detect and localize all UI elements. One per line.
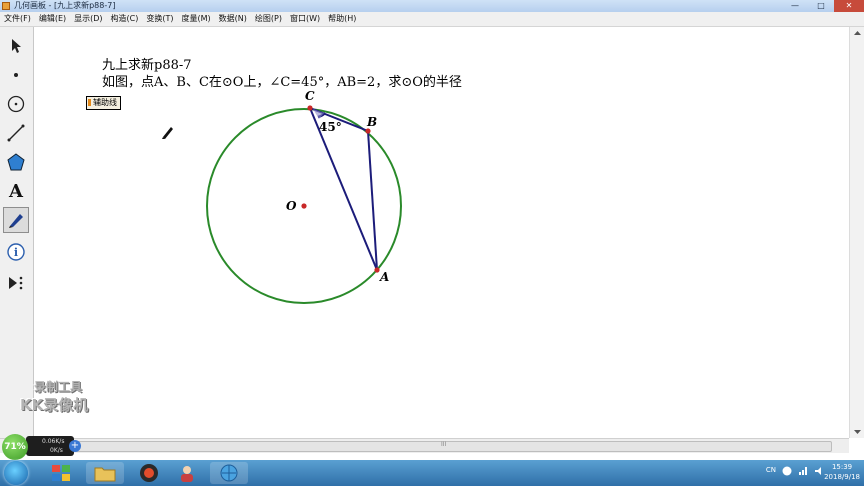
taskbar-app-recorder[interactable] xyxy=(130,462,168,484)
language-indicator[interactable]: CN xyxy=(766,466,776,476)
point-b[interactable] xyxy=(365,128,371,134)
horizontal-scrollbar[interactable]: III xyxy=(0,438,849,453)
upload-speed: 0.06K/s xyxy=(42,438,65,445)
label-a: A xyxy=(380,270,390,284)
globe-icon xyxy=(220,464,238,482)
clock[interactable]: 15:39 2018/9/18 xyxy=(824,462,860,482)
taskbar-app-sketchpad[interactable] xyxy=(210,462,248,484)
watermark-line-1: 录制工具 xyxy=(34,380,83,394)
label-o: O xyxy=(286,199,297,213)
point-o[interactable] xyxy=(301,203,307,209)
recorder-icon xyxy=(140,464,158,482)
taskbar: CN 15:39 2018/9/18 xyxy=(0,460,864,486)
network-tray-icon[interactable] xyxy=(798,466,808,476)
taskbar-app-explorer[interactable] xyxy=(86,462,124,484)
clock-date: 2018/9/18 xyxy=(824,473,860,481)
taskbar-app-user[interactable] xyxy=(168,462,206,484)
taskbar-app-geometry-sketchpad[interactable] xyxy=(42,462,80,484)
horizontal-scroll-thumb[interactable]: III xyxy=(75,441,832,452)
clock-time: 15:39 xyxy=(831,463,853,471)
point-a[interactable] xyxy=(374,267,380,273)
network-speed-panel: 0.06K/s 0K/s + xyxy=(26,436,81,456)
start-button[interactable] xyxy=(4,461,28,485)
volume-icon[interactable] xyxy=(814,466,824,476)
watermark-line-2: KK录像机 xyxy=(20,396,89,414)
scroll-grip: III xyxy=(441,441,447,448)
angle-label: 45° xyxy=(319,120,342,134)
folder-icon xyxy=(94,467,116,482)
colorful-app-icon xyxy=(52,465,70,481)
person-icon xyxy=(181,466,193,482)
system-tray: CN xyxy=(766,466,824,476)
help-icon[interactable] xyxy=(782,466,792,476)
label-c: C xyxy=(305,89,315,103)
download-speed: 0K/s xyxy=(50,447,63,454)
add-icon[interactable]: + xyxy=(69,440,81,452)
label-b: B xyxy=(367,115,378,129)
geometry-figure xyxy=(206,105,402,304)
network-speed-widget[interactable]: 0.06K/s 0K/s + 71% xyxy=(0,432,81,460)
point-c[interactable] xyxy=(307,105,313,111)
network-percent: 71% xyxy=(2,434,28,460)
